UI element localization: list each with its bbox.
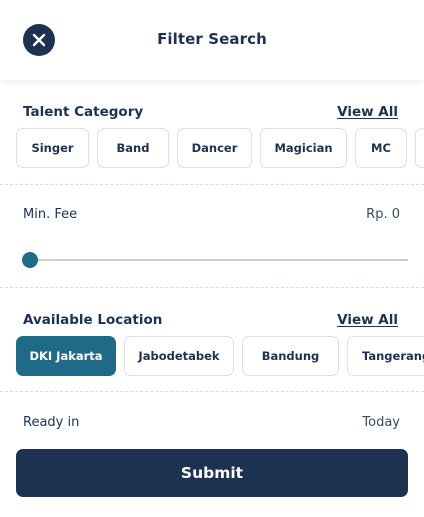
available-location-title: Available Location: [23, 312, 163, 328]
min-fee-slider-thumb[interactable]: [22, 252, 38, 268]
chip-tangerang[interactable]: Tangerang: [347, 336, 424, 376]
chip-bandung[interactable]: Bandung: [242, 336, 339, 376]
divider: [0, 287, 424, 288]
min-fee-slider[interactable]: [30, 259, 408, 261]
chip-magician[interactable]: Magician: [260, 128, 347, 168]
chip-jabodetabek[interactable]: Jabodetabek: [124, 336, 234, 376]
submit-button[interactable]: Submit: [16, 449, 408, 497]
talent-category-title: Talent Category: [23, 104, 144, 120]
talent-category-chips: Singer Band Dancer Magician MC: [16, 128, 424, 168]
min-fee-value: Rp. 0: [366, 207, 400, 222]
available-location-chips: DKI Jakarta Jabodetabek Bandung Tangeran…: [16, 336, 424, 376]
chip-dki-jakarta[interactable]: DKI Jakarta: [16, 336, 116, 376]
divider: [0, 391, 424, 392]
header: Filter Search: [0, 0, 424, 80]
chip-band[interactable]: Band: [97, 128, 169, 168]
chip-singer[interactable]: Singer: [16, 128, 89, 168]
chip-dancer[interactable]: Dancer: [177, 128, 252, 168]
min-fee-label: Min. Fee: [23, 207, 78, 222]
available-location-view-all-link[interactable]: View All: [337, 312, 398, 328]
divider: [0, 184, 424, 185]
talent-category-view-all-link[interactable]: View All: [337, 104, 398, 120]
filter-search-screen: Filter Search Talent Category View All S…: [0, 0, 424, 517]
chip-mc[interactable]: MC: [355, 128, 407, 168]
chip-more-partial[interactable]: [415, 128, 424, 168]
page-title: Filter Search: [157, 30, 267, 48]
ready-in-label: Ready in: [23, 415, 80, 430]
ready-in-value[interactable]: Today: [362, 415, 400, 430]
